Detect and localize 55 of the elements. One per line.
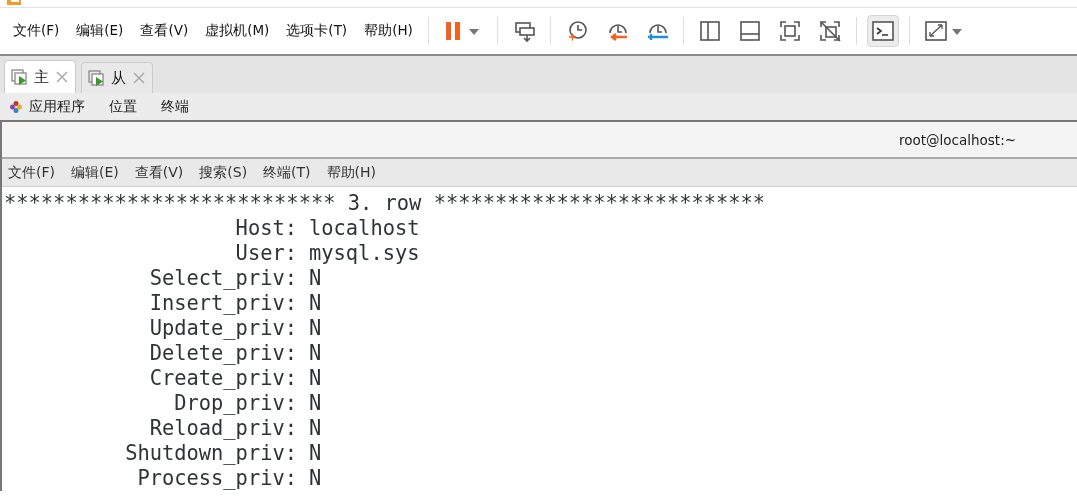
unfit-window-icon: [817, 19, 842, 43]
menu-item[interactable]: 帮助(H): [326, 163, 377, 182]
fit-window-icon: [777, 19, 802, 43]
field-value: localhost: [309, 216, 420, 241]
toolbar-button[interactable]: [866, 15, 899, 47]
field-value: N: [309, 466, 322, 491]
field-name: Delete_priv:: [148, 341, 297, 366]
vm-icon: [11, 68, 28, 86]
panel-menu[interactable]: 位置: [109, 97, 137, 116]
terminal-title: root@localhost:~: [898, 131, 1016, 148]
field-value: mysql.sys: [309, 241, 420, 266]
tab-label: 从: [111, 68, 126, 88]
split-vertical-icon: [697, 19, 722, 43]
panel-menu[interactable]: 终端: [161, 97, 189, 116]
vm-tab[interactable]: 主: [4, 60, 76, 93]
menu-item[interactable]: 搜索(S): [199, 163, 248, 182]
field-value: N: [309, 291, 322, 316]
apps-icon: [9, 99, 23, 114]
field-name: Reload_priv:: [148, 416, 297, 441]
field-value: N: [309, 341, 322, 366]
field-value: N: [309, 316, 322, 341]
close-icon: [132, 71, 146, 85]
field-name: Drop_priv:: [173, 391, 297, 416]
field-value: N: [309, 266, 322, 291]
fullscreen-icon: [923, 19, 964, 43]
field-name: Host:: [234, 216, 297, 241]
console-icon: [870, 19, 895, 43]
vm-tab[interactable]: 从: [81, 62, 153, 93]
field-value: N: [309, 416, 322, 441]
terminal-line: *************************** 3. row ***************************: [4, 191, 767, 216]
field-name: User:: [234, 241, 297, 266]
field-name: Shutdown_priv:: [124, 441, 297, 466]
field-name: Process_priv:: [136, 466, 297, 491]
close-icon: [55, 70, 69, 84]
field-name: Update_priv:: [148, 316, 297, 341]
field-value: N: [309, 391, 322, 416]
menu-item[interactable]: 编辑(E): [68, 22, 133, 40]
field-value: N: [309, 366, 322, 391]
menu-item[interactable]: 编辑(E): [71, 163, 119, 182]
vm-icon: [88, 69, 105, 87]
menu-item[interactable]: 虚拟机(M): [197, 22, 279, 40]
menu-item[interactable]: 文件(F): [8, 163, 55, 182]
field-name: Insert_priv:: [148, 291, 297, 316]
menu-item[interactable]: 终端(T): [263, 163, 311, 182]
tab-label: 主: [34, 67, 49, 87]
menu-item[interactable]: 查看(V): [132, 22, 198, 40]
menu-item[interactable]: 文件(F): [5, 22, 69, 40]
panel-menu[interactable]: 应用程序: [29, 97, 85, 116]
field-name: Create_priv:: [148, 366, 297, 391]
field-name: Select_priv:: [148, 266, 297, 291]
menu-item[interactable]: 帮助(H): [356, 22, 422, 40]
menu-item[interactable]: 选项卡(T): [278, 22, 357, 40]
split-horizontal-icon: [737, 19, 762, 43]
field-value: N: [309, 441, 322, 466]
menu-item[interactable]: 查看(V): [134, 163, 184, 182]
